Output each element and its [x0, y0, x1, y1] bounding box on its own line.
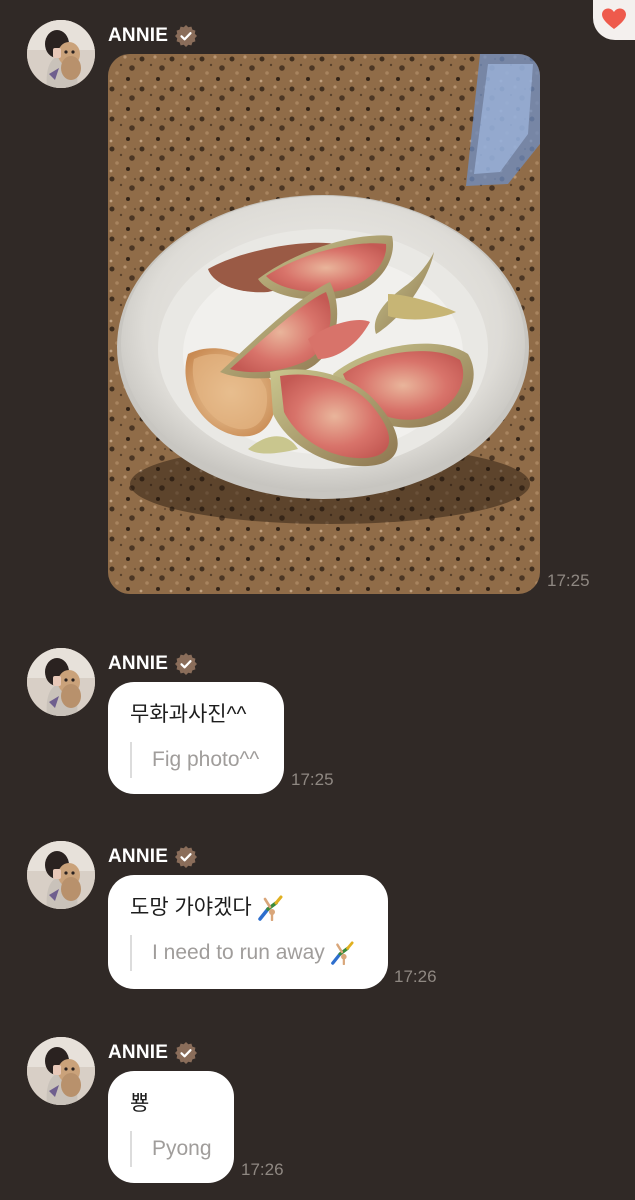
- sender-name: ANNIE: [108, 846, 169, 867]
- gymnast-emoji-icon: [330, 941, 354, 965]
- message-text-row: 도망 가야겠다: [130, 893, 366, 923]
- message-translation-row: I need to run away: [130, 935, 366, 971]
- verified-badge-icon: [175, 653, 198, 675]
- shared-photo[interactable]: [108, 54, 540, 594]
- verified-badge-icon: [175, 25, 198, 47]
- message-timestamp: 17:26: [241, 1160, 284, 1179]
- message-translation: Fig photo^^: [130, 742, 262, 778]
- message-timestamp: 17:25: [291, 770, 334, 789]
- heart-icon: [602, 8, 626, 29]
- message-text: 무화과사진^^: [130, 703, 247, 726]
- sender-name-row: ANNIE: [108, 844, 198, 870]
- message-translation: Pyong: [130, 1131, 212, 1167]
- sender-name-row: ANNIE: [108, 1040, 198, 1066]
- message-text: 도망 가야겠다: [130, 896, 252, 919]
- gymnast-emoji-icon: [258, 895, 283, 921]
- sender-name: ANNIE: [108, 1042, 169, 1063]
- sender-name-row: ANNIE: [108, 23, 198, 49]
- message-translation: I need to run away: [152, 941, 325, 964]
- reaction-button[interactable]: [593, 0, 635, 40]
- sender-name: ANNIE: [108, 653, 169, 674]
- sender-name-row: ANNIE: [108, 651, 198, 677]
- verified-badge-icon: [175, 846, 198, 868]
- avatar[interactable]: [27, 20, 95, 88]
- verified-badge-icon: [175, 1042, 198, 1064]
- message-timestamp: 17:26: [394, 967, 437, 986]
- message-bubble[interactable]: 뿅 Pyong: [108, 1071, 234, 1183]
- message-text: 뿅: [130, 1092, 150, 1115]
- message-timestamp: 17:25: [547, 571, 590, 590]
- message-bubble[interactable]: 무화과사진^^ Fig photo^^: [108, 682, 284, 794]
- avatar[interactable]: [27, 648, 95, 716]
- message-bubble[interactable]: 도망 가야겠다 I need to run away: [108, 875, 388, 989]
- avatar[interactable]: [27, 1037, 95, 1105]
- avatar[interactable]: [27, 841, 95, 909]
- sender-name: ANNIE: [108, 25, 169, 46]
